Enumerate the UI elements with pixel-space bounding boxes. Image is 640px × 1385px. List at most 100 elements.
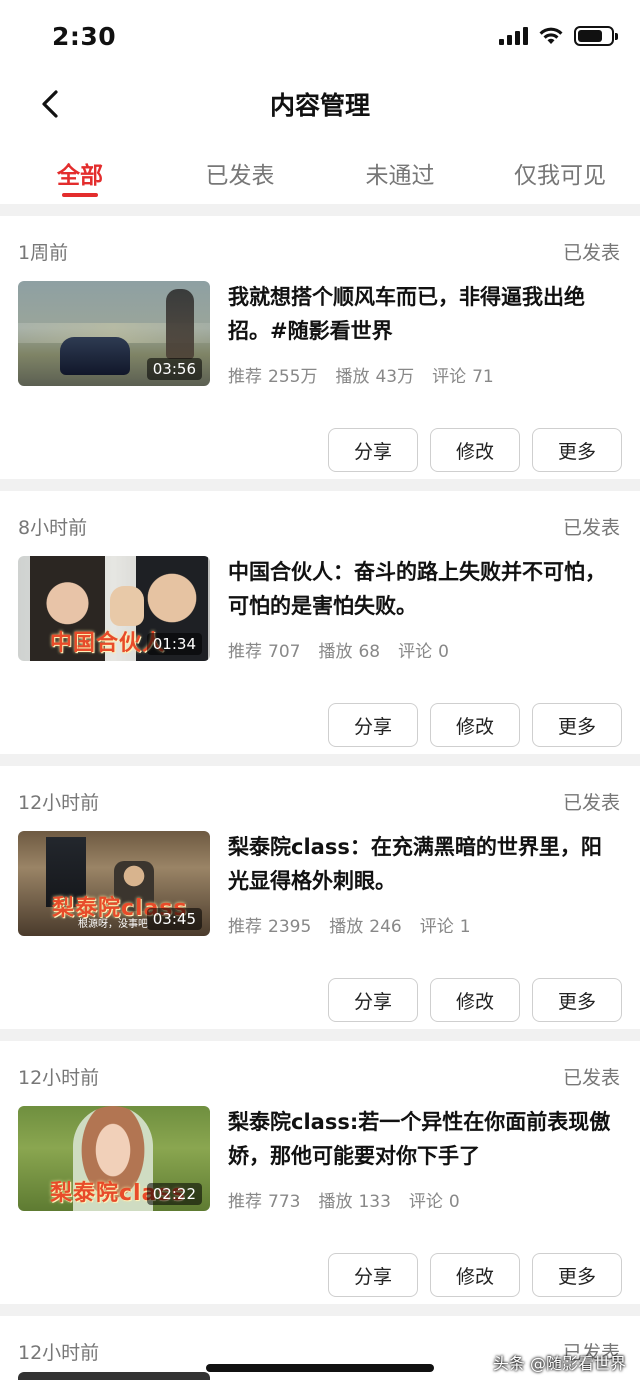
stat-value: 2395 — [268, 917, 312, 937]
stat-value: 68 — [358, 642, 381, 662]
divider — [0, 1029, 640, 1041]
hand-shape — [110, 586, 144, 626]
status-bar: 2:30 — [0, 0, 640, 76]
nav-bar: 内容管理 — [0, 76, 640, 132]
content-management-screen: 2:30 内容管理 全部 已发表 未通过 仅我可见 1周前 已发表 03:56 … — [0, 0, 640, 1385]
stat-value: 773 — [268, 1192, 301, 1212]
item-actions: 分享 修改 更多 — [328, 978, 622, 1022]
stat-label: 评论 — [398, 642, 433, 662]
item-actions: 分享 修改 更多 — [328, 703, 622, 747]
status-badge: 已发表 — [562, 792, 620, 814]
edit-button[interactable]: 修改 — [430, 1253, 520, 1297]
status-time: 2:30 — [52, 22, 117, 51]
stat-value: 1 — [459, 917, 471, 937]
page-title: 内容管理 — [269, 91, 370, 120]
tab-rejected[interactable]: 未通过 — [320, 140, 480, 204]
more-button[interactable]: 更多 — [532, 1253, 622, 1297]
stat-label: 推荐 — [228, 642, 262, 662]
stat-label: 评论 — [419, 917, 454, 937]
publish-time: 1周前 — [18, 242, 69, 264]
stat-value: 71 — [472, 367, 494, 387]
status-badge: 已发表 — [562, 517, 620, 539]
list-item: 1周前 已发表 03:56 我就想搭个顺风车而已，非得逼我出绝招。#随影看世界 … — [0, 216, 640, 479]
video-duration: 01:34 — [146, 633, 202, 655]
video-stats: 推荐 255万 播放 43万 评论 71 — [228, 362, 494, 387]
stat-play: 播放 68 — [318, 637, 380, 662]
battery-fill — [578, 30, 602, 42]
stat-label: 播放 — [318, 1192, 353, 1212]
share-button[interactable]: 分享 — [328, 1253, 418, 1297]
item-actions: 分享 修改 更多 — [328, 1253, 622, 1297]
divider — [0, 1304, 640, 1316]
stat-value: 0 — [438, 642, 449, 662]
video-thumbnail[interactable]: 梨泰院class 根源呀，没事吧 03:45 — [18, 831, 210, 936]
video-title[interactable]: 中国合伙人：奋斗的路上失败并不可怕，可怕的是害怕失败。 — [228, 555, 618, 623]
stat-comment: 评论 0 — [398, 637, 449, 662]
share-button[interactable]: 分享 — [328, 428, 418, 472]
filter-tabs: 全部 已发表 未通过 仅我可见 — [0, 140, 640, 204]
stat-label: 播放 — [335, 367, 370, 387]
stat-comment: 评论 71 — [432, 362, 494, 387]
publish-time: 12小时前 — [18, 1342, 100, 1364]
more-button[interactable]: 更多 — [532, 703, 622, 747]
item-actions: 分享 修改 更多 — [328, 428, 622, 472]
status-badge: 已发表 — [562, 1067, 620, 1089]
stat-value: 43万 — [375, 367, 415, 387]
list-item: 8小时前 已发表 中国合伙人 01:34 中国合伙人：奋斗的路上失败并不可怕，可… — [0, 491, 640, 754]
stat-play: 播放 133 — [318, 1187, 390, 1212]
video-thumbnail[interactable] — [18, 1372, 210, 1380]
divider — [0, 204, 640, 216]
more-button[interactable]: 更多 — [532, 978, 622, 1022]
video-stats: 推荐 2395 播放 246 评论 1 — [228, 912, 471, 937]
stat-label: 播放 — [329, 917, 364, 937]
stat-label: 推荐 — [228, 1192, 262, 1212]
stat-label: 播放 — [318, 642, 353, 662]
more-button[interactable]: 更多 — [532, 428, 622, 472]
share-button[interactable]: 分享 — [328, 978, 418, 1022]
video-thumbnail[interactable]: 梨泰院class 02:22 — [18, 1106, 210, 1211]
stat-value: 707 — [268, 642, 301, 662]
tab-private[interactable]: 仅我可见 — [480, 140, 640, 204]
signal-icon — [499, 27, 528, 45]
thumbnail-subtitle: 根源呀，没事吧 — [78, 919, 148, 930]
stat-recommend: 推荐 2395 — [228, 912, 311, 937]
status-icons — [499, 26, 618, 46]
stat-comment: 评论 1 — [420, 912, 471, 937]
video-stats: 推荐 707 播放 68 评论 0 — [228, 637, 449, 662]
battery-icon — [574, 26, 618, 46]
video-duration: 03:45 — [146, 908, 202, 930]
tab-all[interactable]: 全部 — [0, 140, 160, 204]
wifi-icon — [539, 27, 563, 44]
stat-value: 255万 — [268, 367, 318, 387]
video-thumbnail[interactable]: 中国合伙人 01:34 — [18, 556, 210, 661]
stat-recommend: 推荐 773 — [228, 1187, 300, 1212]
figure-shape — [166, 289, 194, 359]
video-title[interactable]: 梨泰院class:若一个异性在你面前表现傲娇，那他可能要对你下手了 — [228, 1105, 618, 1173]
content-list: 1周前 已发表 03:56 我就想搭个顺风车而已，非得逼我出绝招。#随影看世界 … — [0, 204, 640, 1380]
video-duration: 03:56 — [146, 358, 202, 380]
stat-comment: 评论 0 — [409, 1187, 460, 1212]
divider — [0, 479, 640, 491]
stat-value: 133 — [358, 1192, 391, 1212]
watermark: 头条 @随影看世界 — [492, 1354, 626, 1373]
list-item: 12小时前 已发表 梨泰院class 根源呀，没事吧 03:45 梨泰院clas… — [0, 766, 640, 1029]
edit-button[interactable]: 修改 — [430, 703, 520, 747]
stat-label: 评论 — [408, 1192, 443, 1212]
share-button[interactable]: 分享 — [328, 703, 418, 747]
tab-published[interactable]: 已发表 — [160, 140, 320, 204]
stat-value: 0 — [448, 1192, 460, 1212]
stat-play: 播放 43万 — [335, 362, 414, 387]
publish-time: 12小时前 — [18, 792, 100, 814]
stat-label: 推荐 — [228, 917, 262, 937]
edit-button[interactable]: 修改 — [430, 428, 520, 472]
status-badge: 已发表 — [562, 242, 620, 264]
divider — [0, 754, 640, 766]
video-thumbnail[interactable]: 03:56 — [18, 281, 210, 386]
video-title[interactable]: 梨泰院class：在充满黑暗的世界里，阳光显得格外刺眼。 — [228, 830, 618, 898]
stat-recommend: 推荐 707 — [228, 637, 300, 662]
stat-value: 246 — [369, 917, 402, 937]
publish-time: 12小时前 — [18, 1067, 100, 1089]
home-indicator[interactable] — [206, 1364, 434, 1372]
edit-button[interactable]: 修改 — [430, 978, 520, 1022]
video-title[interactable]: 我就想搭个顺风车而已，非得逼我出绝招。#随影看世界 — [228, 280, 618, 348]
